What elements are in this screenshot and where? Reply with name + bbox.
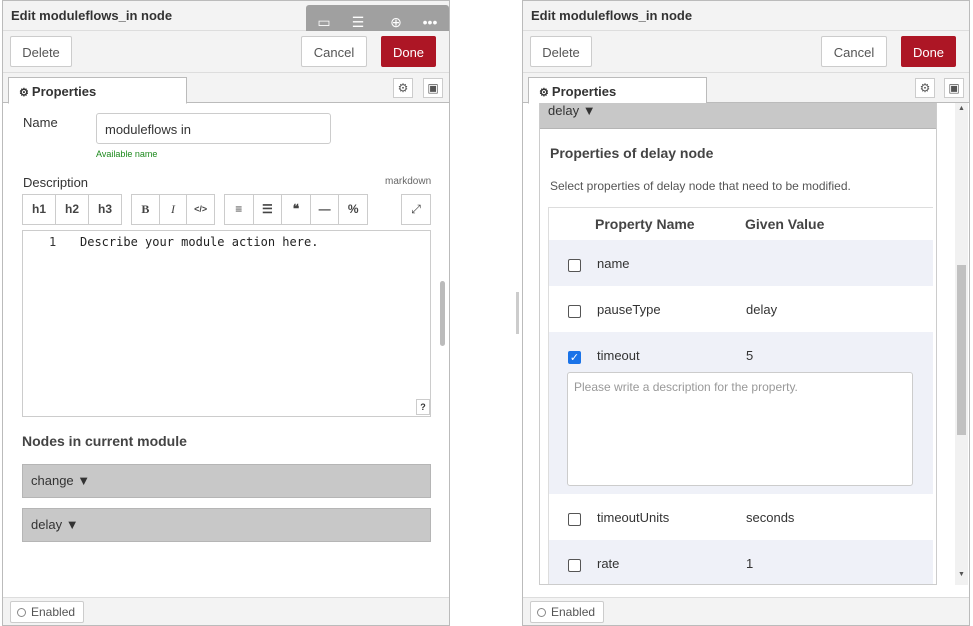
property-value: delay — [746, 302, 778, 317]
delete-button[interactable]: Delete — [10, 36, 72, 67]
property-name: pauseType — [597, 302, 661, 317]
footer: Enabled — [3, 597, 449, 625]
heading-toolbar: h1 h2 h3 — [22, 194, 122, 225]
editor-text: Describe your module action here. — [80, 235, 319, 249]
italic-button[interactable]: I — [160, 195, 188, 224]
list-toolbar: ≡ ☰ ❝ — % — [224, 194, 368, 225]
delete-button[interactable]: Delete — [530, 36, 592, 67]
nodes-heading: Nodes in current module — [22, 433, 187, 449]
scrollbar-thumb[interactable] — [440, 281, 445, 346]
scroll-up-icon[interactable]: ▲ — [958, 105, 965, 112]
table-row: rate 1 — [549, 540, 933, 584]
h2-button[interactable]: h2 — [56, 195, 89, 224]
tab-bar: ⚙ Properties ⚙ ▣ — [523, 73, 969, 104]
tab-bar: ⚙ Properties ⚙ ▣ — [3, 73, 449, 104]
button-row: Delete Cancel Done — [3, 31, 449, 73]
ordered-list-button[interactable]: ≡ — [225, 195, 254, 224]
list-icon[interactable]: ☰ — [348, 12, 368, 32]
more-icon[interactable]: ••• — [420, 12, 440, 32]
resize-handle[interactable] — [516, 292, 519, 334]
delay-section: delay ▼ Properties of delay node Select … — [539, 103, 937, 585]
line-number: 1 — [49, 235, 57, 249]
right-edit-panel: Edit moduleflows_in node Delete Cancel D… — [522, 0, 970, 626]
table-row: ✓ timeout 5 Please write a description f… — [549, 332, 933, 494]
appearance-icon[interactable]: ▣ — [423, 78, 443, 98]
gear-icon: ⚙ — [19, 87, 32, 99]
table-row: pauseType delay — [549, 286, 933, 332]
comment-icon[interactable]: ▭ — [314, 12, 334, 32]
circle-icon — [17, 608, 26, 617]
done-button[interactable]: Done — [901, 36, 956, 67]
enabled-toggle[interactable]: Enabled — [10, 601, 85, 623]
row-checkbox[interactable] — [568, 305, 581, 318]
markdown-label: markdown — [385, 176, 432, 187]
node-item-change[interactable]: change ▼ — [22, 464, 431, 498]
left-edit-panel: Edit moduleflows_in node ▭ ☰ ⊕ ••• Delet… — [2, 0, 450, 626]
enabled-label: Enabled — [31, 605, 76, 619]
property-name: rate — [597, 556, 620, 571]
settings-gear-icon[interactable]: ⚙ — [915, 78, 935, 98]
appearance-icon[interactable]: ▣ — [944, 78, 964, 98]
tab-label: Properties — [551, 84, 617, 99]
section-title: Properties of delay node — [550, 145, 714, 161]
button-row: Delete Cancel Done — [523, 31, 969, 73]
circle-icon — [537, 608, 546, 617]
description-editor[interactable]: 1 Describe your module action here. ? — [22, 230, 431, 417]
tab-label: Properties — [31, 84, 97, 99]
cancel-button[interactable]: Cancel — [301, 36, 367, 67]
enabled-label: Enabled — [551, 605, 596, 619]
node-item-delay[interactable]: delay ▼ — [22, 508, 431, 542]
rule-button[interactable]: — — [311, 195, 340, 224]
expand-icon: ⤢ — [411, 202, 421, 216]
name-input[interactable]: moduleflows in — [96, 113, 331, 144]
name-hint: Available name — [96, 149, 158, 159]
delay-header[interactable]: delay ▼ — [540, 103, 936, 129]
tab-properties[interactable]: ⚙ Properties — [8, 77, 187, 104]
link-button[interactable]: % — [339, 195, 367, 224]
description-label: Description — [23, 175, 89, 190]
scrollbar-thumb[interactable] — [957, 265, 966, 435]
download-icon[interactable]: ⊕ — [386, 12, 406, 32]
tab-properties[interactable]: ⚙ Properties — [528, 77, 707, 104]
enabled-toggle[interactable]: Enabled — [530, 601, 605, 623]
panel-title: Edit moduleflows_in node — [523, 1, 969, 31]
help-button[interactable]: ? — [416, 399, 430, 415]
row-checkbox-checked[interactable]: ✓ — [568, 351, 581, 364]
property-value: 5 — [746, 348, 754, 363]
gear-icon: ⚙ — [539, 87, 552, 99]
row-checkbox[interactable] — [568, 259, 581, 272]
property-name: timeoutUnits — [597, 510, 670, 525]
property-value: seconds — [746, 510, 795, 525]
col-property-name: Property Name — [595, 216, 695, 232]
bold-button[interactable]: B — [132, 195, 160, 224]
footer: Enabled — [523, 597, 969, 625]
scrollbar-track: ▲ ▼ — [955, 103, 968, 585]
done-button[interactable]: Done — [381, 36, 436, 67]
section-subtitle: Select properties of delay node that nee… — [550, 179, 851, 193]
row-checkbox[interactable] — [568, 513, 581, 526]
h1-button[interactable]: h1 — [23, 195, 56, 224]
quote-button[interactable]: ❝ — [282, 195, 311, 224]
col-given-value: Given Value — [745, 216, 825, 232]
expand-button[interactable]: ⤢ — [401, 194, 431, 225]
property-name: timeout — [597, 348, 640, 363]
table-row: timeoutUnits seconds — [549, 494, 933, 540]
property-name: name — [597, 256, 630, 271]
row-checkbox[interactable] — [568, 559, 581, 572]
table-row: name — [549, 240, 933, 286]
code-button[interactable]: </> — [187, 195, 214, 224]
unordered-list-button[interactable]: ☰ — [254, 195, 283, 224]
settings-gear-icon[interactable]: ⚙ — [393, 78, 413, 98]
format-toolbar: B I </> — [131, 194, 215, 225]
cancel-button[interactable]: Cancel — [821, 36, 887, 67]
scroll-down-icon[interactable]: ▼ — [958, 571, 965, 578]
properties-table: Property Name Given Value name pauseType… — [548, 207, 933, 584]
property-value: 1 — [746, 556, 754, 571]
name-label: Name — [23, 115, 58, 130]
h3-button[interactable]: h3 — [89, 195, 121, 224]
property-description-input[interactable]: Please write a description for the prope… — [567, 372, 913, 486]
